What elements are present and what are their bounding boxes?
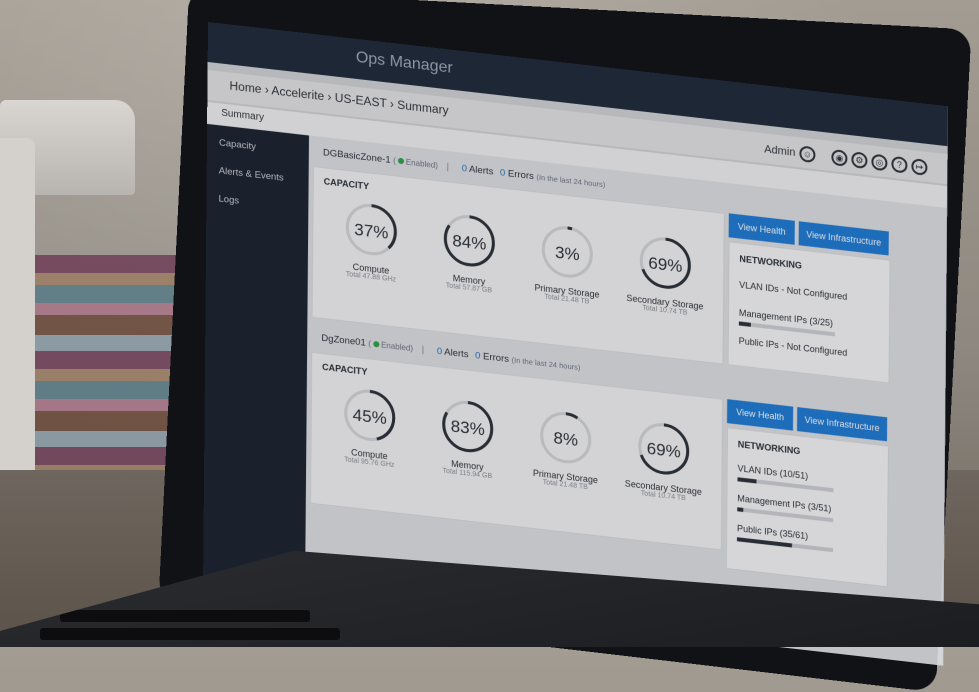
gauge-primary-storage: 3% Primary Storage Total 21.48 TB [519,218,616,308]
errors-label: Errors [483,351,510,366]
view-health-button[interactable]: View Health [726,399,794,431]
sidebar-item-capacity[interactable]: Capacity [219,137,256,152]
key-row [60,610,310,622]
public-ip-bar [736,537,834,553]
sidebar-item-alerts-events[interactable]: Alerts & Events [219,165,284,183]
capacity-panel: CAPACITY 45% Compute Total 95.76 GHz 83%… [309,351,724,551]
gauge-compute: 45% Compute Total 95.76 GHz [321,382,418,472]
logout-icon[interactable]: ↦ [911,158,928,176]
vlan-bar [737,477,834,493]
status-dot-icon [397,157,404,165]
networking-title: NETWORKING [739,253,802,271]
networking-panel: NETWORKING VLAN IDs - Not Configured Man… [727,241,891,384]
capacity-title: CAPACITY [323,176,370,192]
alerts-count[interactable]: 0 [437,346,442,358]
view-health-button[interactable]: View Health [728,213,795,245]
help-icon[interactable]: ? [891,155,908,174]
zone-name[interactable]: DgZone01 [321,333,365,349]
net-row-vlan: VLAN IDs - Not Configured [739,279,848,302]
user-icon[interactable]: ☺ [799,145,816,164]
settings-icon[interactable]: ⚙ [851,151,868,170]
gauge-memory: 84% Memory Total 57.87 GB [421,207,518,297]
admin-label[interactable]: Admin [764,143,795,159]
period-note: (In the last 24 hours) [511,355,581,373]
alerts-count[interactable]: 0 [462,163,467,175]
overlay-card [0,138,35,500]
zone-name[interactable]: DGBasicZone-1 [323,147,391,166]
zone-status: Enabled [405,157,436,170]
errors-label: Errors [507,168,534,183]
bar-fill [737,507,744,512]
sidebar-item-logs[interactable]: Logs [218,193,239,206]
gauge-secondary-storage: 69% Secondary Storage Total 10.74 TB [615,415,712,505]
net-row-public: Public IPs - Not Configured [738,335,848,358]
period-note: (In the last 24 hours) [536,172,606,190]
capacity-panel: CAPACITY 37% Compute Total 47.88 GHz 84%… [311,165,725,365]
gauge-primary-storage: 8% Primary Storage Total 21.48 TB [517,404,614,494]
notification-icon[interactable]: ◉ [831,148,848,167]
gauge-secondary-storage: 69% Secondary Storage Total 10.74 TB [617,230,714,320]
status-dot-icon [373,340,380,348]
globe-icon[interactable]: ◎ [871,153,888,172]
errors-count[interactable]: 0 [475,350,480,362]
key-row [40,628,340,640]
bar-fill [738,321,751,327]
capacity-title: CAPACITY [322,362,368,378]
alerts-label: Alerts [444,346,469,361]
sidebar: Capacity Alerts & Events Logs [203,123,310,616]
gauge-compute: 37% Compute Total 47.88 GHz [323,196,420,286]
zone-status: Enabled [380,340,411,354]
errors-count[interactable]: 0 [500,167,505,179]
app-title: Ops Manager [355,48,453,77]
networking-title: NETWORKING [737,439,801,457]
alerts-label: Alerts [469,163,494,178]
bar-fill [737,477,757,484]
gauge-memory: 83% Memory Total 115.94 GB [419,393,516,483]
bar-fill [736,537,792,548]
tab-summary[interactable]: Summary [221,108,264,124]
networking-panel: NETWORKING VLAN IDs (10/51) Management I… [725,427,889,588]
